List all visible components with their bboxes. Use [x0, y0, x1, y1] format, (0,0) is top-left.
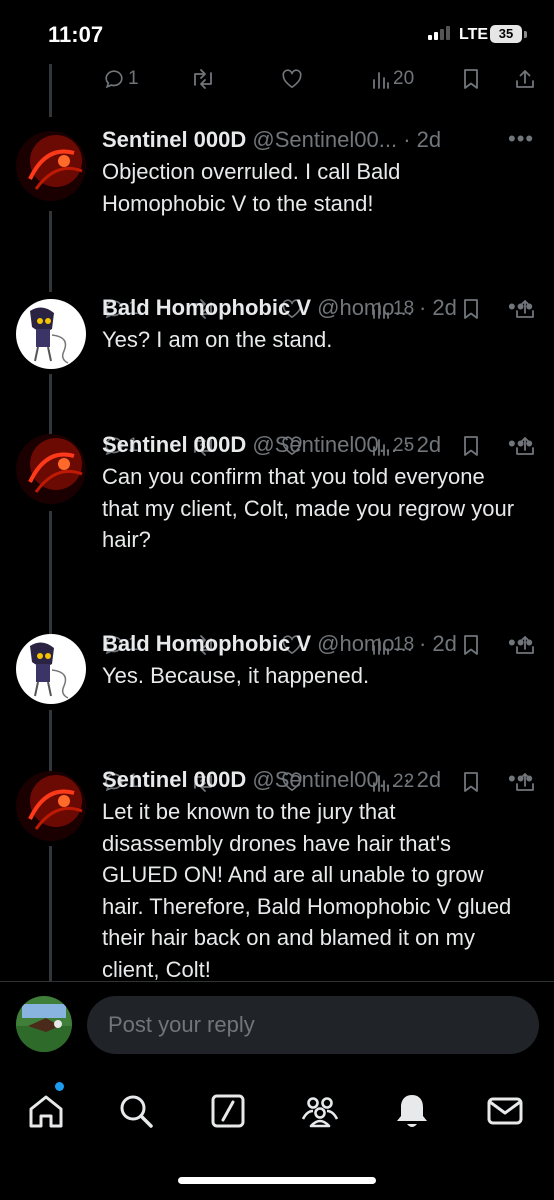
user-handle[interactable]: @homo...	[317, 295, 413, 320]
views-button[interactable]: 20	[372, 64, 414, 94]
tweet-header: Bald Homophobic V @homo... · 2d	[102, 628, 522, 660]
tweet-text: Yes. Because, it happened.	[102, 663, 370, 688]
tweet-text: Can you confirm that you told everyone t…	[102, 464, 515, 552]
reply-placeholder: Post your reply	[108, 1012, 255, 1037]
tweet-header: Bald Homophobic V @homo... · 2d	[102, 292, 522, 324]
grok-icon[interactable]	[206, 1089, 250, 1133]
status-bar: 11:07 LTE 35	[0, 0, 554, 64]
avatar[interactable]	[16, 996, 72, 1052]
notifications-icon[interactable]	[390, 1089, 434, 1133]
more-options-icon[interactable]: •••	[508, 766, 534, 792]
timestamp[interactable]: 2d	[432, 631, 456, 656]
tweet-header: Sentinel 000D @Sentinel00... · 2d	[102, 124, 522, 156]
display-name[interactable]: Sentinel 000D	[102, 767, 246, 792]
reply-composer: Post your reply	[0, 981, 554, 1070]
user-handle[interactable]: @homo...	[317, 631, 413, 656]
avatar[interactable]	[16, 434, 86, 504]
more-options-icon[interactable]: •••	[508, 431, 534, 457]
timestamp[interactable]: 2d	[417, 127, 441, 152]
communities-icon[interactable]	[298, 1089, 342, 1133]
timestamp[interactable]: 2d	[417, 767, 441, 792]
reply-icon	[105, 70, 123, 89]
thread-connector	[49, 710, 52, 772]
messages-icon[interactable]	[483, 1089, 527, 1133]
bookmark-button[interactable]	[462, 64, 480, 94]
more-options-icon[interactable]: •••	[508, 294, 534, 320]
tweet-header: Sentinel 000D @Sentinel00... · 2d	[102, 429, 522, 461]
reply-count: 1	[128, 68, 139, 89]
reply-input[interactable]: Post your reply	[87, 996, 539, 1054]
share-button[interactable]	[514, 64, 536, 94]
home-indicator[interactable]	[178, 1177, 376, 1184]
thread-connector	[49, 846, 52, 981]
thread-connector	[49, 511, 52, 635]
user-handle[interactable]: @Sentinel00...	[252, 127, 397, 152]
tweet-header: Sentinel 000D @Sentinel00... · 2d	[102, 764, 522, 796]
avatar[interactable]	[16, 131, 86, 201]
thread-connector	[49, 211, 52, 292]
separator: ·	[418, 295, 427, 320]
clock: 11:07	[48, 22, 104, 47]
avatar[interactable]	[16, 299, 86, 369]
more-options-icon[interactable]: •••	[508, 630, 534, 656]
tweet-text: Yes? I am on the stand.	[102, 327, 333, 352]
display-name[interactable]: Sentinel 000D	[102, 432, 246, 457]
user-handle[interactable]: @Sentinel00...	[252, 432, 397, 457]
timestamp[interactable]: 2d	[417, 432, 441, 457]
reply-button[interactable]: 1	[103, 64, 139, 94]
share-icon	[516, 70, 534, 88]
view-count: 20	[393, 68, 415, 89]
thread-connector	[49, 374, 52, 437]
home-icon[interactable]	[24, 1089, 68, 1133]
separator: ·	[403, 127, 411, 152]
separator: ·	[403, 767, 411, 792]
views-icon	[373, 72, 389, 89]
retweet-button[interactable]	[190, 64, 216, 94]
network-label: LTE	[459, 26, 489, 43]
tweet-text: Let it be known to the jury that disasse…	[102, 799, 512, 981]
heart-icon	[282, 69, 302, 88]
tweet-text: Objection overruled. I call Bald Homopho…	[102, 159, 401, 216]
battery-terminal	[524, 31, 527, 38]
signal-icon	[428, 26, 450, 40]
display-name[interactable]: Bald Homophobic V	[102, 295, 311, 320]
avatar[interactable]	[16, 634, 86, 704]
battery-icon: 35	[490, 25, 522, 43]
timestamp[interactable]: 2d	[432, 295, 456, 320]
retweet-icon	[194, 69, 212, 89]
more-options-icon[interactable]: •••	[508, 126, 534, 152]
new-items-indicator	[55, 1082, 64, 1091]
display-name[interactable]: Sentinel 000D	[102, 127, 246, 152]
reply-thread[interactable]: 1 20 Sentinel 000D @Sentinel00... · 2d •…	[0, 64, 554, 981]
avatar[interactable]	[16, 771, 86, 841]
display-name[interactable]: Bald Homophobic V	[102, 631, 311, 656]
bookmark-icon	[464, 69, 478, 89]
separator: ·	[403, 432, 411, 457]
search-icon[interactable]	[114, 1089, 158, 1133]
separator: ·	[418, 631, 427, 656]
tweet-actions: 1 20	[0, 64, 554, 94]
like-button[interactable]	[281, 64, 303, 94]
user-handle[interactable]: @Sentinel00...	[252, 767, 397, 792]
